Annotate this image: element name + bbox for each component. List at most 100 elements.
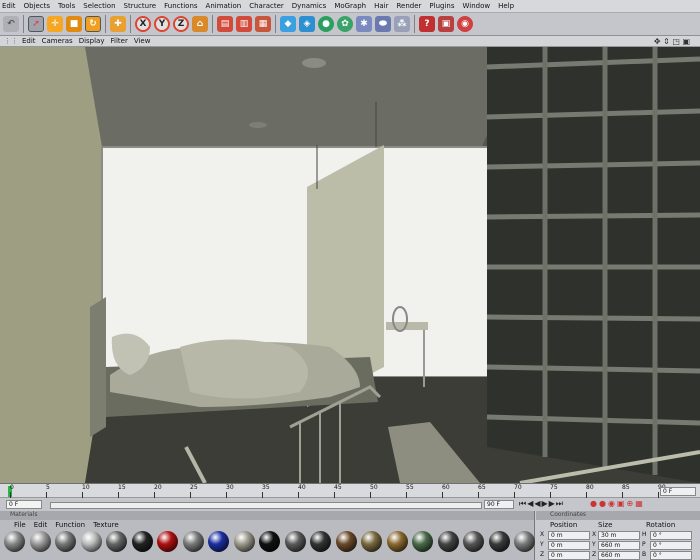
nurbs-icon[interactable]: ● [318, 16, 334, 32]
menu-item[interactable]: Objects [24, 2, 50, 10]
add-tool-icon[interactable]: ✚ [110, 16, 126, 32]
keyframe-controls[interactable]: ●●◉▣⊕▦ [590, 499, 645, 508]
materials-menu-item[interactable]: Edit [34, 521, 48, 529]
viewport-menu-item[interactable]: Display [79, 37, 105, 45]
timeline-tick-label: 15 [118, 484, 126, 491]
preview-range-slider[interactable] [50, 502, 482, 509]
material-swatch[interactable] [361, 531, 382, 552]
material-swatch[interactable] [386, 531, 408, 552]
viewport-nav-icons[interactable]: ✥ ⇕ ◳ ▣ [654, 37, 690, 46]
array-icon[interactable]: ✿ [337, 16, 353, 32]
menu-item[interactable]: Hair [374, 2, 388, 10]
camera-icon[interactable]: ⁂ [394, 16, 410, 32]
grip-icon: ⋮⋮ [4, 37, 18, 45]
coord-axis-label: X [540, 531, 545, 538]
viewport-menu-item[interactable]: Filter [111, 37, 128, 45]
material-swatch[interactable] [514, 531, 535, 552]
coord-rotation-field[interactable]: 0 ° [650, 531, 692, 540]
coord-rotation-field[interactable]: 0 ° [650, 541, 692, 550]
material-swatch[interactable] [437, 531, 459, 552]
material-swatch[interactable] [463, 531, 484, 552]
material-swatch[interactable] [29, 531, 51, 552]
coord-rotation-field[interactable]: 0 ° [650, 551, 692, 560]
coord-position-field[interactable]: 0 m [548, 551, 590, 560]
material-swatch[interactable] [412, 531, 433, 552]
menu-item[interactable]: Animation [206, 2, 242, 10]
material-swatch[interactable] [182, 531, 204, 552]
material-swatch[interactable] [284, 531, 306, 552]
menu-item[interactable]: Character [249, 2, 284, 10]
coord-position-field[interactable]: 0 m [548, 531, 590, 540]
menu-item[interactable]: Help [498, 2, 514, 10]
playback-controls[interactable]: ⏮◀◀▶▶⏭ [519, 499, 564, 509]
material-swatch[interactable] [106, 531, 127, 552]
timeline-ruler[interactable]: 051015202530354045505560657075808590 0 F [0, 483, 700, 498]
coord-size-field[interactable]: 660 m [598, 551, 640, 560]
menu-item[interactable]: Structure [124, 2, 157, 10]
coord-size-field[interactable]: 660 m [598, 541, 640, 550]
material-swatch[interactable] [233, 531, 255, 552]
materials-menu-item[interactable]: Texture [93, 521, 119, 529]
coordinate-system-icon[interactable]: ⌂ [192, 16, 208, 32]
3d-viewport[interactable] [0, 47, 700, 483]
move-icon[interactable]: ✛ [47, 16, 63, 32]
menu-item[interactable]: Dynamics [292, 2, 327, 10]
coord-rotation-label: P [642, 541, 646, 548]
timeline-tick-label: 30 [226, 484, 234, 491]
y-axis-icon[interactable]: Y [154, 16, 170, 32]
x-axis-icon[interactable]: X [135, 16, 151, 32]
coord-position-field[interactable]: 0 m [548, 541, 590, 550]
material-swatch[interactable] [488, 531, 510, 552]
timeline-tick-label: 0 [10, 484, 14, 491]
display-icon[interactable]: ◉ [457, 16, 473, 32]
material-swatch[interactable] [157, 531, 178, 552]
material-swatch[interactable] [259, 531, 280, 552]
render-settings-icon[interactable]: ▦ [255, 16, 271, 32]
menu-item[interactable]: Edit [2, 2, 16, 10]
live-select-icon[interactable]: ➚ [28, 16, 44, 32]
start-frame-field[interactable]: 0 F [6, 500, 42, 509]
undo-icon[interactable]: ↶ [3, 16, 19, 32]
menu-item[interactable]: Render [397, 2, 422, 10]
material-swatch[interactable] [208, 531, 229, 552]
coord-rotation-label: B [642, 551, 647, 558]
material-swatch[interactable] [310, 531, 331, 552]
timeline-tick-label: 20 [154, 484, 162, 491]
render-picture-viewer-icon[interactable]: ▥ [236, 16, 252, 32]
menu-item[interactable]: Selection [83, 2, 115, 10]
scale-icon[interactable]: ■ [66, 16, 82, 32]
spline-icon[interactable]: ◈ [299, 16, 315, 32]
menu-item[interactable]: Functions [164, 2, 197, 10]
menu-item[interactable]: MoGraph [334, 2, 366, 10]
coord-size-field[interactable]: 30 m [598, 531, 640, 540]
material-swatch[interactable] [55, 531, 76, 552]
timeline-tick-label: 80 [586, 484, 594, 491]
timeline-tick-label: 45 [334, 484, 342, 491]
viewport-menu-item[interactable]: Edit [22, 37, 36, 45]
rotate-icon[interactable]: ↻ [85, 16, 101, 32]
z-axis-icon[interactable]: Z [173, 16, 189, 32]
current-frame-field[interactable]: 0 F [660, 487, 696, 496]
materials-menu-item[interactable]: Function [55, 521, 85, 529]
cube-primitive-icon[interactable]: ◆ [280, 16, 296, 32]
tag-icon[interactable]: ▣ [438, 16, 454, 32]
viewport-menu-item[interactable]: Cameras [42, 37, 73, 45]
menu-item[interactable]: Window [463, 2, 491, 10]
light-icon[interactable]: ? [419, 16, 435, 32]
render-view-icon[interactable]: ▤ [217, 16, 233, 32]
scene-icon[interactable]: ⬬ [375, 16, 391, 32]
material-swatch[interactable] [131, 531, 153, 552]
coord-size-axis-label: Z [592, 551, 597, 558]
materials-menu-item[interactable]: File [14, 521, 26, 529]
deformer-icon[interactable]: ✱ [356, 16, 372, 32]
viewport-menu-item[interactable]: View [134, 37, 151, 45]
coordinates-title: Coordinates [536, 511, 700, 520]
end-frame-field[interactable]: 90 F [484, 500, 514, 509]
material-swatch[interactable] [335, 531, 357, 552]
menu-item[interactable]: Tools [58, 2, 75, 10]
material-swatch[interactable] [4, 531, 25, 552]
render-scene [0, 47, 700, 483]
material-swatch[interactable] [80, 531, 102, 552]
timeline-tick-label: 40 [298, 484, 306, 491]
menu-item[interactable]: Plugins [429, 2, 454, 10]
